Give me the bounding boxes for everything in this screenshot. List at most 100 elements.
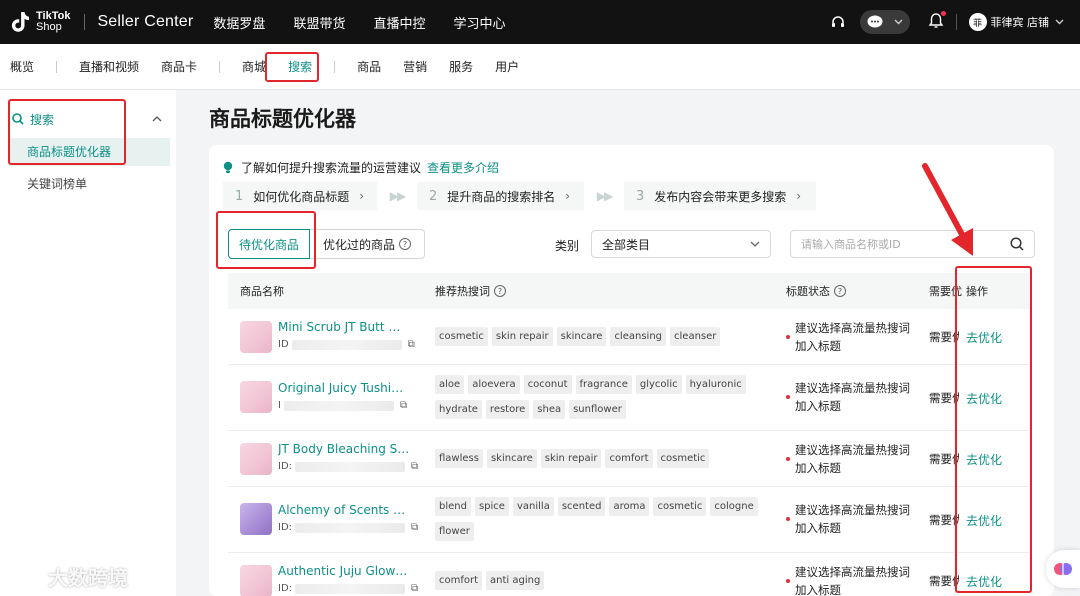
subnav-product[interactable]: 商品 xyxy=(357,58,381,75)
keyword-tag[interactable]: scented xyxy=(557,497,606,516)
subnav-overview[interactable]: 概览 xyxy=(10,58,34,75)
step-label: 提升商品的搜索排名 xyxy=(447,189,556,204)
step-1[interactable]: 1 如何优化商品标题 › xyxy=(223,182,377,210)
step-arrows-icon: ▶▶ xyxy=(389,189,406,203)
keyword-tag[interactable]: hydrate xyxy=(435,400,482,419)
keyword-tag[interactable]: aloe xyxy=(435,375,465,394)
assistant-float-button[interactable] xyxy=(1046,550,1080,588)
keyword-tag[interactable]: cosmetic xyxy=(653,497,707,516)
status-dot xyxy=(786,335,790,339)
sidebar-item-title-optimizer[interactable]: 商品标题优化器 xyxy=(10,138,170,166)
copy-icon[interactable]: ⧉ xyxy=(411,583,418,594)
subnav-search[interactable]: 搜索 xyxy=(288,58,312,75)
copy-icon[interactable]: ⧉ xyxy=(408,339,415,350)
subnav-product-card[interactable]: 商品卡 xyxy=(161,58,197,75)
keyword-tag[interactable]: coconut xyxy=(523,375,572,394)
topnav-item-data-compass[interactable]: 数据罗盘 xyxy=(213,13,265,32)
search-icon[interactable] xyxy=(1010,237,1024,251)
product-search-box xyxy=(790,230,1035,258)
keyword-tag[interactable]: skin repair xyxy=(540,449,602,468)
keyword-tag[interactable]: cleansing xyxy=(610,327,667,346)
table-row: JT Body Bleaching Ser... ID: ⧉ flawless s… xyxy=(228,431,1029,487)
product-id-prefix: ID xyxy=(278,339,289,350)
keyword-tag[interactable]: comfort xyxy=(435,571,483,590)
keyword-tag[interactable]: cosmetic xyxy=(656,449,710,468)
keyword-tag[interactable]: cologne xyxy=(710,497,758,516)
optimize-link[interactable]: 去优化 xyxy=(966,573,1002,590)
subnav-mall[interactable]: 商城 xyxy=(242,58,266,75)
chevron-up-icon xyxy=(152,116,162,122)
keyword-tag[interactable]: fragrance xyxy=(575,375,632,394)
fixed-column-shadow xyxy=(954,431,960,486)
product-name[interactable]: JT Body Bleaching Ser... xyxy=(278,442,410,456)
keyword-tag[interactable]: shea xyxy=(533,400,566,419)
category-select[interactable]: 全部类目 xyxy=(591,230,771,258)
product-name[interactable]: Original Juicy Tushie ... xyxy=(278,381,410,395)
notification-button[interactable] xyxy=(928,11,946,32)
sidebar-item-keyword-ranking[interactable]: 关键词榜单 xyxy=(0,170,176,198)
keyword-tag[interactable]: blend xyxy=(435,497,471,516)
message-menu-button[interactable] xyxy=(859,10,910,34)
copy-icon[interactable]: ⧉ xyxy=(400,400,407,411)
redacted-id xyxy=(291,339,402,350)
keyword-tag[interactable]: comfort xyxy=(605,449,653,468)
tip-link[interactable]: 查看更多介绍 xyxy=(427,159,499,176)
keyword-tag[interactable]: aloevera xyxy=(468,375,520,394)
keyword-tag[interactable]: cosmetic xyxy=(435,327,488,346)
tab-optimized-products[interactable]: 优化过的商品 ? xyxy=(310,229,425,259)
product-name[interactable]: Authentic Juju Glow K... xyxy=(278,564,410,578)
keyword-tag[interactable]: skin repair xyxy=(491,327,553,346)
keyword-tag[interactable]: glycolic xyxy=(635,375,682,394)
keyword-tag[interactable]: restore xyxy=(485,400,530,419)
keyword-tag[interactable]: sunflower xyxy=(569,400,626,419)
keyword-tag[interactable]: spice xyxy=(474,497,509,516)
product-id: ID: ⧉ xyxy=(278,583,418,594)
help-icon[interactable]: ? xyxy=(399,238,411,250)
keyword-tag[interactable]: skincare xyxy=(556,327,607,346)
header-hot-keywords: 推荐热搜词 ? xyxy=(435,273,506,309)
subnav-service[interactable]: 服务 xyxy=(449,58,473,75)
secondary-nav: 概览 直播和视频 商品卡 商城 搜索 商品 营销 服务 用户 xyxy=(0,44,1080,90)
headset-icon[interactable] xyxy=(830,14,846,30)
tiktok-shop-logo[interactable]: TikTok Shop xyxy=(10,10,70,34)
optimize-link[interactable]: 去优化 xyxy=(966,451,1002,468)
copy-icon[interactable]: ⧉ xyxy=(411,522,418,533)
product-name[interactable]: Mini Scrub JT Butt Ma... xyxy=(278,320,410,334)
keyword-tag[interactable]: skincare xyxy=(486,449,537,468)
tip-bar: 了解如何提升搜索流量的运营建议 查看更多介绍 xyxy=(223,159,499,176)
step-3[interactable]: 3 发布内容会带来更多搜索 › xyxy=(624,182,816,210)
tab-pending-products[interactable]: 待优化商品 xyxy=(228,229,310,259)
product-id-prefix: ID: xyxy=(278,461,293,472)
help-icon[interactable]: ? xyxy=(494,285,506,297)
keyword-tag[interactable]: hyaluronic xyxy=(685,375,746,394)
product-thumbnail[interactable] xyxy=(240,503,272,535)
sidebar-group-search[interactable]: 搜索 xyxy=(0,104,176,134)
keyword-tag[interactable]: aroma xyxy=(609,497,650,516)
optimize-link[interactable]: 去优化 xyxy=(966,329,1002,346)
keyword-tag[interactable]: flawless xyxy=(435,449,483,468)
store-switcher[interactable]: 菲 菲律宾 店铺 xyxy=(968,13,1065,31)
product-thumbnail[interactable] xyxy=(240,565,272,596)
copy-icon[interactable]: ⧉ xyxy=(411,461,418,472)
subnav-marketing[interactable]: 营销 xyxy=(403,58,427,75)
topnav-item-live-control[interactable]: 直播中控 xyxy=(373,13,425,32)
chevron-down-icon xyxy=(1055,19,1064,25)
product-thumbnail[interactable] xyxy=(240,381,272,413)
product-name[interactable]: Alchemy of Scents Per... xyxy=(278,503,410,517)
chevron-right-icon: › xyxy=(796,189,802,203)
keyword-tag[interactable]: cleanser xyxy=(670,327,721,346)
subnav-user[interactable]: 用户 xyxy=(495,58,519,75)
keyword-tags: aloe aloevera coconut fragrance glycolic… xyxy=(435,375,765,425)
step-2[interactable]: 2 提升商品的搜索排名 › xyxy=(417,182,584,210)
topnav-item-affiliate[interactable]: 联盟带货 xyxy=(293,13,345,32)
subnav-live-video[interactable]: 直播和视频 xyxy=(79,58,139,75)
optimize-link[interactable]: 去优化 xyxy=(966,512,1002,529)
keyword-tag[interactable]: flower xyxy=(435,522,474,541)
keyword-tag[interactable]: anti aging xyxy=(486,571,545,590)
optimize-link[interactable]: 去优化 xyxy=(966,390,1002,407)
help-icon[interactable]: ? xyxy=(834,285,846,297)
topnav-item-learning-center[interactable]: 学习中心 xyxy=(453,13,505,32)
product-thumbnail[interactable] xyxy=(240,443,272,475)
keyword-tag[interactable]: vanilla xyxy=(512,497,554,516)
product-thumbnail[interactable] xyxy=(240,321,272,353)
